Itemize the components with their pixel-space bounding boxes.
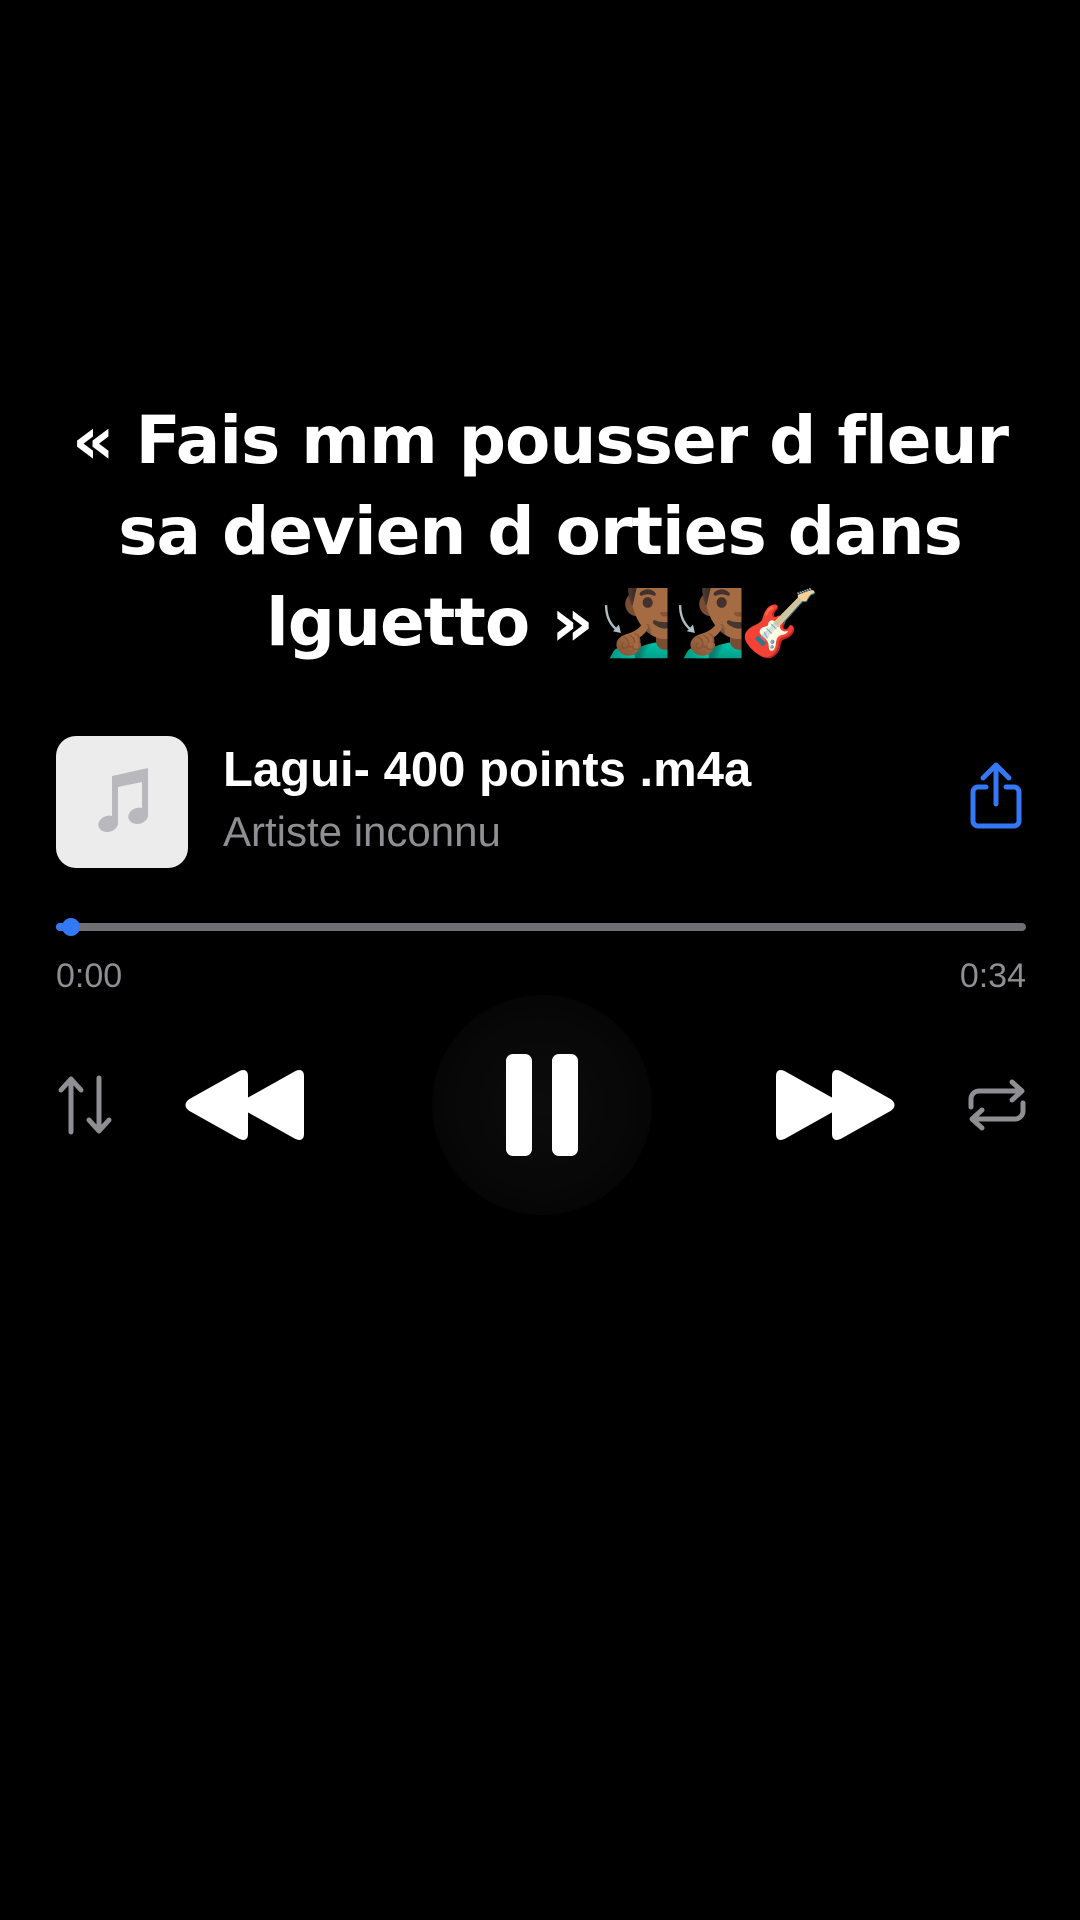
progress-thumb[interactable]: [61, 918, 80, 936]
rewind-button[interactable]: [180, 1060, 310, 1150]
caption-emojis: 🧏🏾‍♂️🧏🏾‍♂️🎸: [592, 587, 820, 661]
share-icon: [970, 762, 1022, 829]
caption-line-3: lguetto »🧏🏾‍♂️🧏🏾‍♂️🎸: [60, 577, 1020, 670]
caption-line-3-text: lguetto »: [266, 584, 594, 661]
caption-line-2: sa devien d orties dans: [118, 493, 963, 570]
pause-button[interactable]: [432, 995, 652, 1215]
track-title: Lagui- 400 points .m4a: [223, 743, 752, 797]
repeat-icon: [968, 1079, 1026, 1131]
track-artist: Artiste inconnu: [223, 808, 501, 855]
caption-text: « Fais mm pousser d fleur sa devien d or…: [60, 395, 1020, 670]
sort-button[interactable]: [50, 1070, 120, 1140]
caption-line-1: « Fais mm pousser d fleur: [71, 402, 1009, 479]
sort-arrows-icon: [58, 1075, 112, 1135]
elapsed-time: 0:00: [56, 957, 123, 995]
share-button[interactable]: [960, 760, 1032, 832]
total-time: 0:34: [959, 957, 1026, 995]
fast-forward-icon: [776, 1070, 895, 1140]
fast-forward-button[interactable]: [770, 1060, 900, 1150]
rewind-icon: [185, 1070, 304, 1140]
music-note-icon: [98, 768, 148, 832]
repeat-button[interactable]: [962, 1070, 1032, 1140]
progress-bar[interactable]: [56, 918, 1026, 936]
pause-icon: [506, 1054, 578, 1156]
album-artwork: [56, 736, 188, 868]
